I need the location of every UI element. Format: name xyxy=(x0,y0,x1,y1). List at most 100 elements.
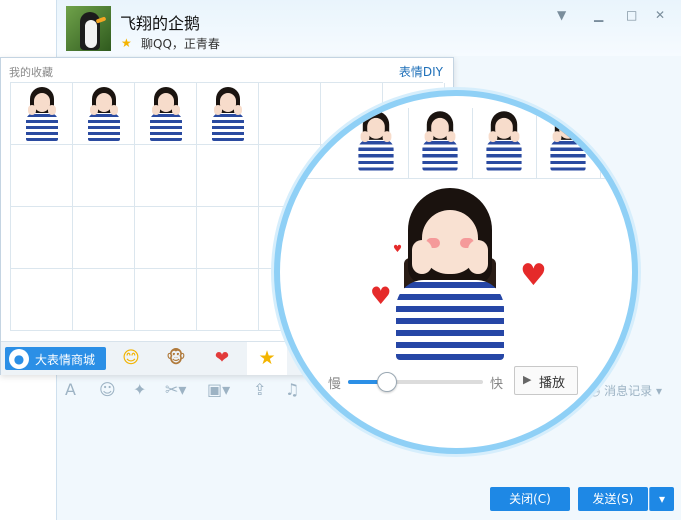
history-label: 消息记录 xyxy=(604,384,653,398)
hand xyxy=(233,105,242,115)
striped-shirt xyxy=(149,113,182,141)
empty-sticker-slot[interactable] xyxy=(135,145,197,207)
hand xyxy=(382,131,392,143)
magnified-grid-strip xyxy=(280,108,632,179)
history-button[interactable]: ◷ 消息记录 ▾ xyxy=(590,382,662,399)
empty-sticker-slot[interactable] xyxy=(197,145,259,207)
hand xyxy=(27,105,36,115)
heart-icon: ♥ xyxy=(370,282,392,310)
penguin-belly xyxy=(85,20,97,48)
hand xyxy=(171,105,180,115)
empty-sticker-slot[interactable] xyxy=(197,269,259,331)
striped-shirt xyxy=(358,139,394,171)
hand xyxy=(574,131,584,143)
hand xyxy=(89,105,98,115)
heart-tab-icon[interactable]: ❤ xyxy=(207,347,237,370)
speed-slider[interactable] xyxy=(348,372,483,392)
upload-icon[interactable]: ⇪ xyxy=(253,380,266,399)
screenshot-icon[interactable]: ✂▾ xyxy=(165,380,186,399)
contact-name[interactable]: 飞翔的企鹅 xyxy=(120,10,200,34)
magic-icon[interactable]: ✦ xyxy=(133,380,146,399)
heart-icon: ♥ xyxy=(393,244,402,255)
play-label: 播放 xyxy=(539,376,566,391)
empty-sticker-slot[interactable] xyxy=(73,207,135,269)
hand xyxy=(468,240,488,274)
minimize-icon[interactable]: ▁ xyxy=(594,8,603,22)
send-button[interactable]: 发送(S) xyxy=(578,487,648,511)
panel-title: 我的收藏 xyxy=(9,66,53,79)
heart-icon: ♥ xyxy=(520,258,547,293)
magnified-sticker xyxy=(344,108,409,178)
sticker-girl xyxy=(22,87,62,141)
hand xyxy=(47,105,56,115)
hand xyxy=(360,131,370,143)
empty-sticker-slot[interactable] xyxy=(73,269,135,331)
hand xyxy=(552,131,562,143)
smiley-tab-icon[interactable]: 😊 xyxy=(116,347,146,370)
send-options-button[interactable]: ▾ xyxy=(649,487,674,511)
striped-shirt xyxy=(396,280,504,360)
sticker-girl xyxy=(354,111,398,171)
sticker-girl xyxy=(546,111,590,171)
sticker-girl xyxy=(418,111,462,171)
play-icon: ▶ xyxy=(523,373,532,386)
striped-shirt xyxy=(486,139,522,171)
panel-header: 我的收藏 表情DIY xyxy=(1,58,453,82)
striped-shirt xyxy=(87,113,120,141)
favorite-sticker[interactable] xyxy=(73,83,135,145)
striped-shirt xyxy=(422,139,458,171)
music-icon[interactable]: ♫ xyxy=(285,380,299,399)
favorite-sticker[interactable] xyxy=(11,83,73,145)
emoji-icon[interactable]: ☺ xyxy=(99,380,116,399)
sticker-girl xyxy=(482,111,526,171)
empty-sticker-slot[interactable] xyxy=(11,145,73,207)
striped-shirt xyxy=(550,139,586,171)
play-button[interactable]: ▶ 播放 xyxy=(514,366,578,395)
empty-sticker-slot[interactable] xyxy=(135,269,197,331)
close-button[interactable]: 关闭(C) xyxy=(490,487,570,511)
empty-sticker-slot[interactable] xyxy=(197,207,259,269)
emoji-diy-link[interactable]: 表情DIY xyxy=(399,63,443,80)
close-icon[interactable]: ✕ xyxy=(655,8,665,22)
hand xyxy=(488,131,498,143)
magnified-sticker xyxy=(536,108,601,178)
chevron-down-icon: ▾ xyxy=(655,384,662,398)
penguin-icon: ● xyxy=(9,349,29,369)
chevron-down-icon[interactable]: ▼ xyxy=(557,8,566,22)
slider-thumb[interactable] xyxy=(376,372,397,392)
hand xyxy=(412,240,432,274)
image-icon[interactable]: ▣▾ xyxy=(207,380,230,399)
favorites-tab-icon[interactable]: ★ xyxy=(247,342,287,375)
striped-shirt xyxy=(25,113,58,141)
favorite-sticker[interactable] xyxy=(135,83,197,145)
sticker-girl xyxy=(208,87,248,141)
maximize-icon[interactable]: □ xyxy=(626,8,637,22)
status-text: 聊QQ，正青春 xyxy=(141,37,220,51)
font-icon[interactable]: A xyxy=(65,380,76,399)
shop-label: 大表情商城 xyxy=(35,353,96,367)
hand xyxy=(424,131,434,143)
emoji-preview-image xyxy=(386,188,514,360)
emoji-preview-magnifier: ♥ ♥ ♥ 慢 快 ▶ 播放 xyxy=(274,90,638,454)
sticker-girl xyxy=(146,87,186,141)
empty-sticker-slot[interactable] xyxy=(11,269,73,331)
favorite-sticker[interactable] xyxy=(197,83,259,145)
monkey-tab-icon[interactable]: 🐵 xyxy=(161,347,191,370)
chat-header: 飞翔的企鹅 ★ 聊QQ，正青春 ▼ ▁ □ ✕ xyxy=(57,0,681,56)
magnified-sticker xyxy=(408,108,473,178)
hand xyxy=(213,105,222,115)
hand xyxy=(151,105,160,115)
hand xyxy=(446,131,456,143)
hand xyxy=(510,131,520,143)
empty-sticker-slot[interactable] xyxy=(135,207,197,269)
star-icon: ★ xyxy=(121,36,132,50)
empty-sticker-slot[interactable] xyxy=(73,145,135,207)
avatar[interactable] xyxy=(66,6,111,51)
hand xyxy=(109,105,118,115)
magnified-sticker xyxy=(472,108,537,178)
empty-sticker-slot[interactable] xyxy=(11,207,73,269)
speed-slow-label: 慢 xyxy=(328,377,342,392)
striped-shirt xyxy=(211,113,244,141)
sticker-girl xyxy=(84,87,124,141)
emoji-shop-button[interactable]: ● 大表情商城 xyxy=(5,347,106,370)
